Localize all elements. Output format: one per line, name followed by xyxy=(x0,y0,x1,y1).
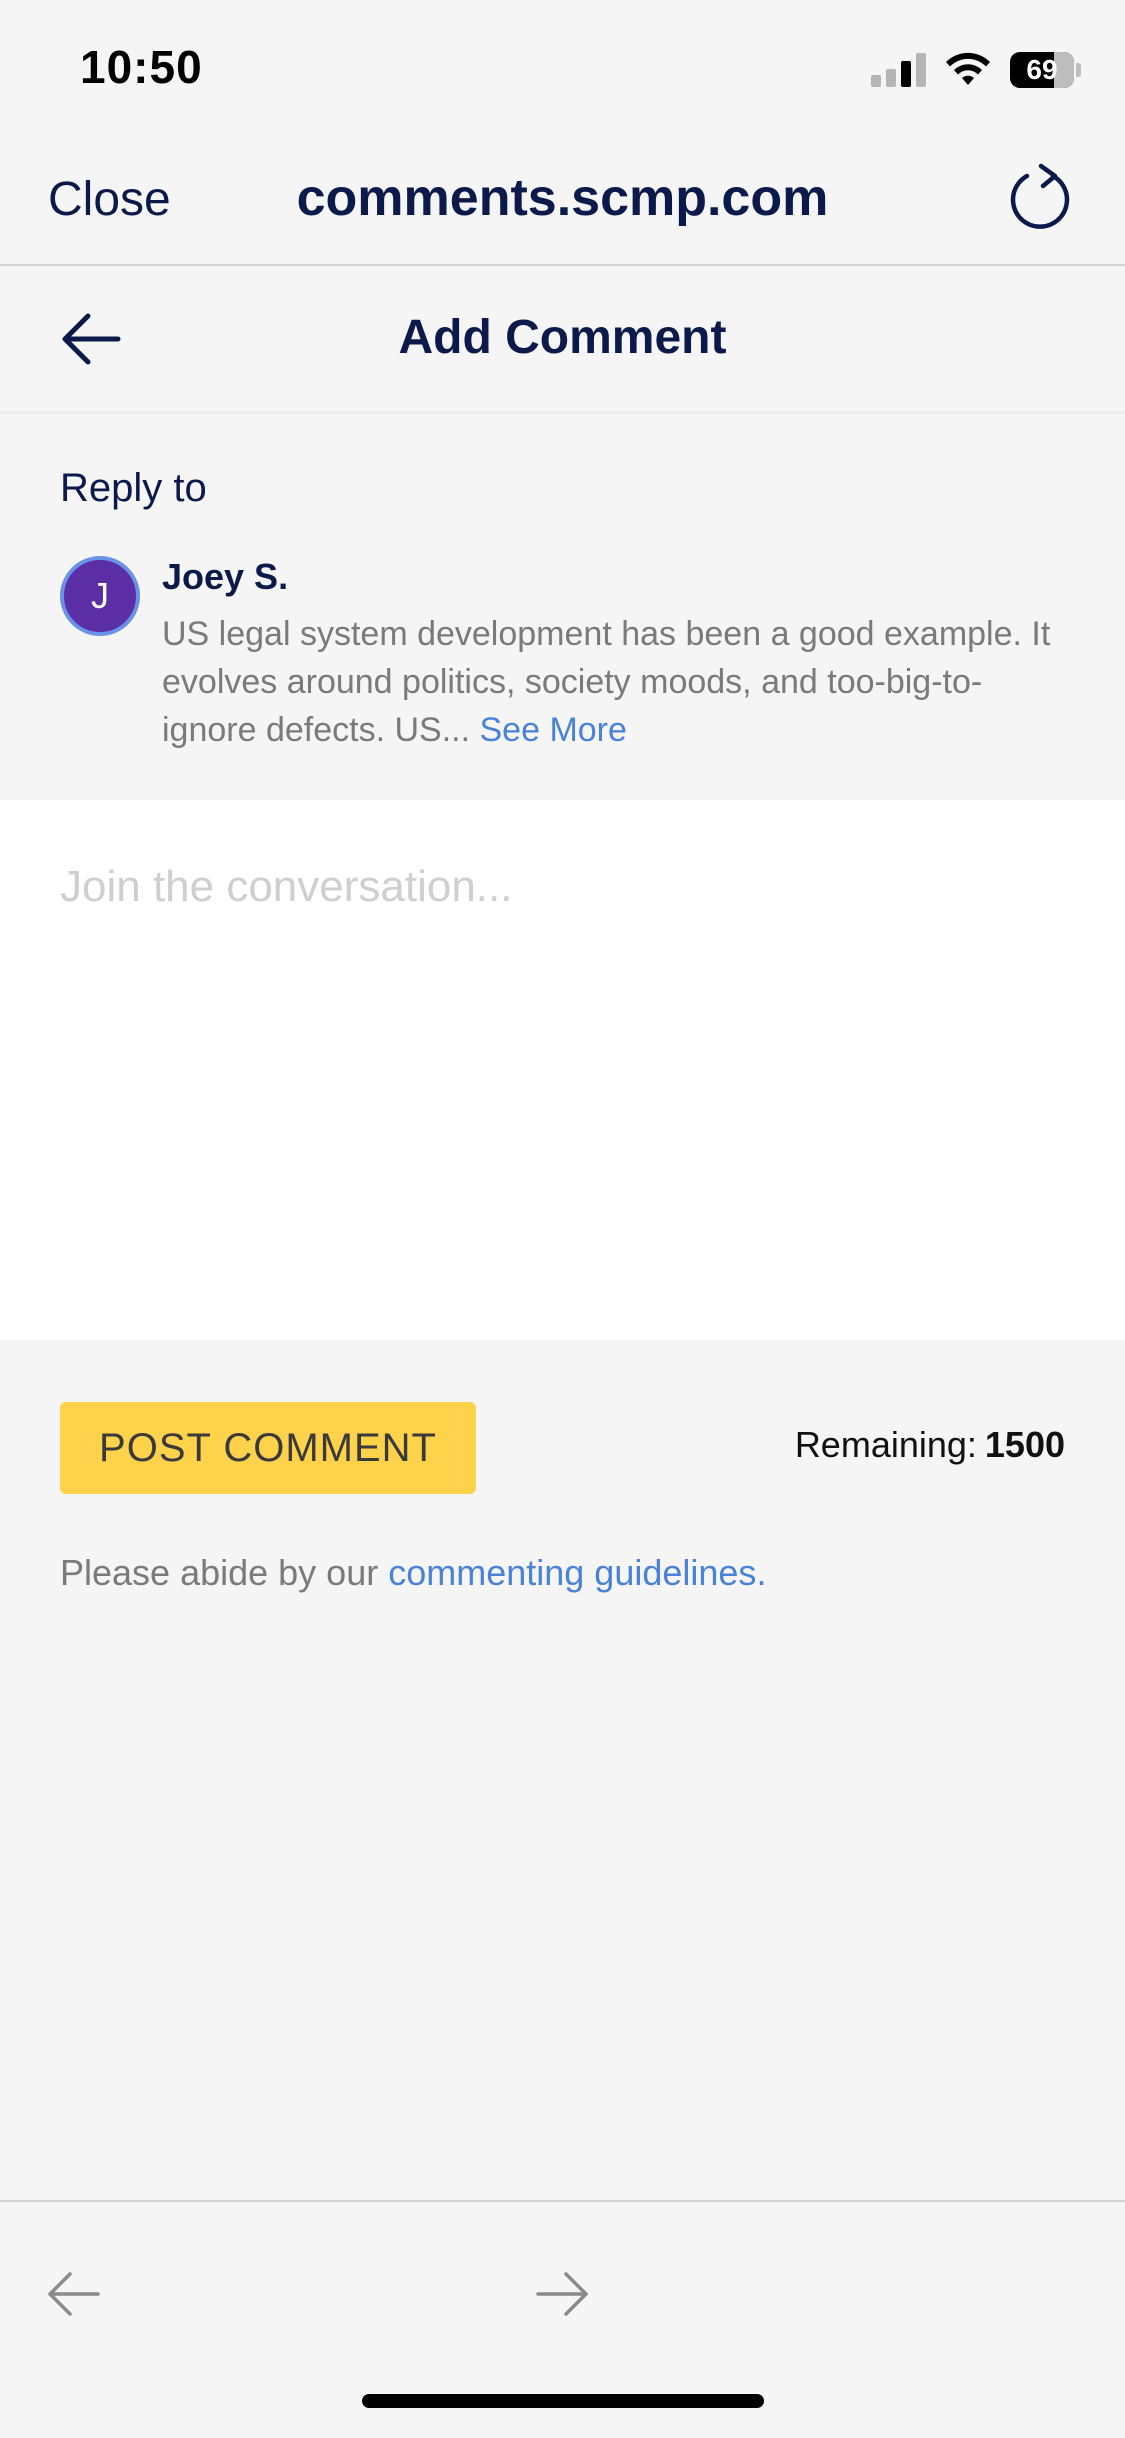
remaining-count: 1500 xyxy=(984,1424,1065,1465)
guidelines-suffix: . xyxy=(756,1552,767,1593)
status-icons: 69 xyxy=(871,48,1081,92)
status-bar: 10:50 69 xyxy=(0,0,1125,132)
wifi-icon xyxy=(946,52,990,85)
commenting-guidelines-link[interactable]: commenting guidelines xyxy=(388,1552,756,1593)
battery-icon: 69 xyxy=(1010,52,1081,88)
home-indicator[interactable] xyxy=(362,2394,764,2408)
avatar-letter: J xyxy=(91,575,109,616)
comment-header: Add Comment xyxy=(0,266,1125,414)
page-title: Add Comment xyxy=(398,311,727,364)
reply-comment-text: US legal system development has been a g… xyxy=(162,610,1072,754)
guidelines-text: Please abide by our commenting guideline… xyxy=(60,1552,766,1594)
remaining-label: Remaining: xyxy=(794,1424,977,1465)
browser-forward-icon[interactable] xyxy=(532,2264,592,2324)
browser-back-icon[interactable] xyxy=(44,2264,104,2324)
post-comment-button[interactable]: POST COMMENT xyxy=(60,1402,476,1494)
reload-icon[interactable] xyxy=(1003,162,1077,236)
author-name: Joey S. xyxy=(162,556,289,597)
comment-input[interactable] xyxy=(0,800,1125,1340)
status-time: 10:50 xyxy=(80,41,203,93)
browser-bar: Close comments.scmp.com xyxy=(0,132,1125,266)
reply-to-label: Reply to xyxy=(60,466,207,510)
avatar: J xyxy=(60,556,140,636)
signal-icon xyxy=(871,53,926,87)
remaining-counter: Remaining: 1500 xyxy=(795,1424,1065,1466)
guidelines-prefix: Please abide by our xyxy=(60,1552,389,1593)
url-title: comments.scmp.com xyxy=(296,169,829,227)
battery-level: 69 xyxy=(1026,54,1058,85)
see-more-link[interactable]: See More xyxy=(480,711,627,749)
